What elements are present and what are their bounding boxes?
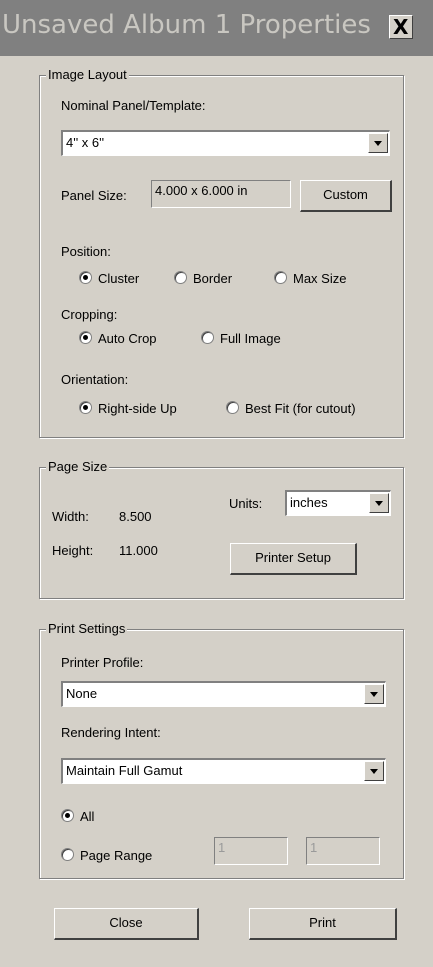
printer-profile-select[interactable]: None (61, 681, 386, 707)
radio-button-icon[interactable] (79, 331, 92, 344)
radio-button-icon[interactable] (61, 809, 74, 822)
custom-button[interactable]: Custom (300, 180, 392, 212)
units-select[interactable]: inches (285, 490, 391, 516)
orientation-radio-right-side-up[interactable]: Right-side Up (79, 401, 177, 416)
radio-label: Max Size (293, 271, 347, 286)
position-radio-max-size[interactable]: Max Size (274, 271, 346, 286)
image-layout-legend: Image Layout (46, 67, 129, 82)
height-value: 11.000 (119, 543, 158, 558)
radio-button-icon[interactable] (201, 331, 214, 344)
height-label: Height: (52, 543, 94, 558)
rendering-intent-select[interactable]: Maintain Full Gamut (61, 758, 386, 784)
radio-button-icon[interactable] (226, 401, 239, 414)
page-size-group: Page Size (39, 459, 404, 599)
radio-label: Full Image (220, 331, 281, 346)
range-radio-page-range[interactable]: Page Range (61, 848, 152, 863)
close-icon: X (393, 15, 409, 39)
nominal-panel-value: 4'' x 6'' (66, 135, 105, 150)
close-window-button[interactable]: X (389, 15, 413, 39)
cropping-radio-auto-crop[interactable]: Auto Crop (79, 331, 157, 346)
nominal-panel-select[interactable]: 4'' x 6'' (61, 130, 390, 156)
chevron-down-icon[interactable] (369, 493, 389, 513)
printer-profile-value: None (66, 686, 98, 701)
page-size-legend: Page Size (46, 459, 110, 474)
position-radio-cluster[interactable]: Cluster (79, 271, 139, 286)
radio-label: Cluster (98, 271, 140, 286)
page-range-from-input[interactable]: 1 (214, 837, 288, 865)
cropping-label: Cropping: (61, 307, 118, 322)
print-button[interactable]: Print (249, 908, 397, 940)
cropping-radio-full-image[interactable]: Full Image (201, 331, 281, 346)
radio-button-icon[interactable] (61, 848, 74, 861)
rendering-intent-value: Maintain Full Gamut (66, 763, 183, 778)
radio-button-icon[interactable] (79, 401, 92, 414)
position-radio-border[interactable]: Border (174, 271, 232, 286)
nominal-panel-label: Nominal Panel/Template: (61, 98, 206, 113)
page-range-to-input[interactable]: 1 (306, 837, 380, 865)
chevron-down-icon[interactable] (364, 761, 384, 781)
radio-button-icon[interactable] (79, 271, 92, 284)
title-bar[interactable]: Unsaved Album 1 Properties X (0, 0, 433, 56)
position-label: Position: (61, 244, 111, 259)
width-label: Width: (52, 509, 89, 524)
orientation-radio-best-fit[interactable]: Best Fit (for cutout) (226, 401, 356, 416)
rendering-intent-label: Rendering Intent: (61, 725, 161, 740)
radio-label: Auto Crop (98, 331, 157, 346)
radio-label: Best Fit (for cutout) (245, 401, 356, 416)
print-settings-legend: Print Settings (46, 621, 128, 636)
radio-button-icon[interactable] (274, 271, 287, 284)
radio-label: Border (193, 271, 233, 286)
chevron-down-icon[interactable] (368, 133, 388, 153)
radio-label: Right-side Up (98, 401, 177, 416)
orientation-label: Orientation: (61, 372, 129, 387)
units-label: Units: (229, 496, 263, 511)
window-title: Unsaved Album 1 Properties (2, 10, 371, 40)
width-value: 8.500 (119, 509, 152, 524)
radio-label: Page Range (80, 848, 153, 863)
radio-button-icon[interactable] (174, 271, 187, 284)
radio-label: All (80, 809, 95, 824)
panel-size-field: 4.000 x 6.000 in (151, 180, 291, 208)
units-value: inches (290, 495, 328, 510)
close-button[interactable]: Close (54, 908, 199, 940)
panel-size-label: Panel Size: (61, 188, 127, 203)
printer-setup-button[interactable]: Printer Setup (230, 543, 357, 575)
chevron-down-icon[interactable] (364, 684, 384, 704)
printer-profile-label: Printer Profile: (61, 655, 144, 670)
range-radio-all[interactable]: All (61, 809, 94, 824)
